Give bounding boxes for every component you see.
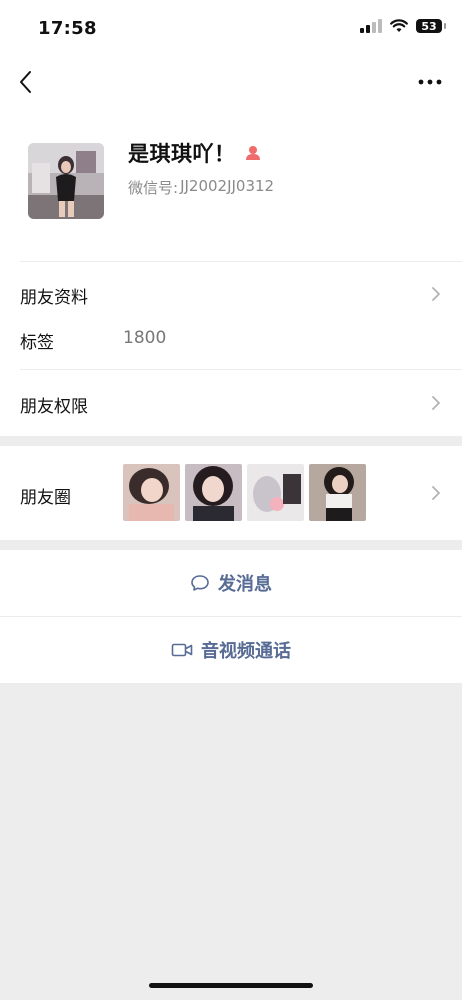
avatar[interactable]: [28, 143, 104, 219]
video-call-button[interactable]: 音视频通话: [0, 617, 462, 683]
more-dots-icon: [418, 79, 442, 85]
send-message-button[interactable]: 发消息: [0, 550, 462, 616]
moments-thumbnail[interactable]: [309, 464, 366, 521]
home-indicator: [149, 983, 313, 988]
divider: [20, 369, 462, 370]
friend-permissions-label: 朋友权限: [20, 397, 88, 417]
battery-icon: 53: [416, 19, 446, 33]
more-button[interactable]: [416, 72, 444, 92]
video-camera-icon: [171, 643, 193, 657]
section-gap: [0, 540, 462, 550]
tags-value: 1800: [123, 328, 167, 348]
signal-icon: [360, 19, 382, 33]
female-gender-icon: [245, 146, 260, 160]
send-message-label: 发消息: [218, 574, 272, 595]
chevron-right-icon: [432, 396, 440, 410]
status-icons: 53: [360, 19, 446, 33]
contact-profile-screen: 17:58 53 是琪琪吖！ 微信号: JJ2002JJ0312 朋友资料 标签…: [0, 0, 462, 1000]
video-call-label: 音视频通话: [201, 641, 291, 662]
back-button[interactable]: [14, 66, 42, 98]
name-row: 是琪琪吖！: [128, 138, 262, 168]
moments-thumbnail[interactable]: [247, 464, 304, 521]
divider: [20, 261, 462, 262]
chevron-right-icon: [432, 287, 440, 301]
avatar-photo: [28, 143, 104, 219]
friend-info-row[interactable]: 朋友资料: [0, 270, 462, 318]
wechat-id: 微信号: JJ2002JJ0312: [128, 177, 274, 198]
moments-thumbnail[interactable]: [123, 464, 180, 521]
wifi-icon: [390, 19, 408, 32]
chevron-right-icon: [432, 486, 440, 500]
status-time: 17:58: [38, 18, 97, 39]
contact-name: 是琪琪吖！: [128, 142, 236, 166]
back-arrow-icon: [20, 71, 31, 93]
moments-thumbnail[interactable]: [185, 464, 242, 521]
section-gap: [0, 436, 462, 446]
wechat-id-label: 微信号:: [128, 179, 179, 197]
wechat-id-value: JJ2002JJ0312: [180, 177, 275, 195]
tags-label: 标签: [20, 333, 54, 353]
friend-info-label: 朋友资料: [20, 288, 88, 308]
chat-bubble-icon: [191, 575, 209, 591]
moments-label: 朋友圈: [20, 488, 71, 508]
moments-thumbnails: [123, 464, 366, 521]
friend-permissions-row[interactable]: 朋友权限: [0, 379, 462, 429]
